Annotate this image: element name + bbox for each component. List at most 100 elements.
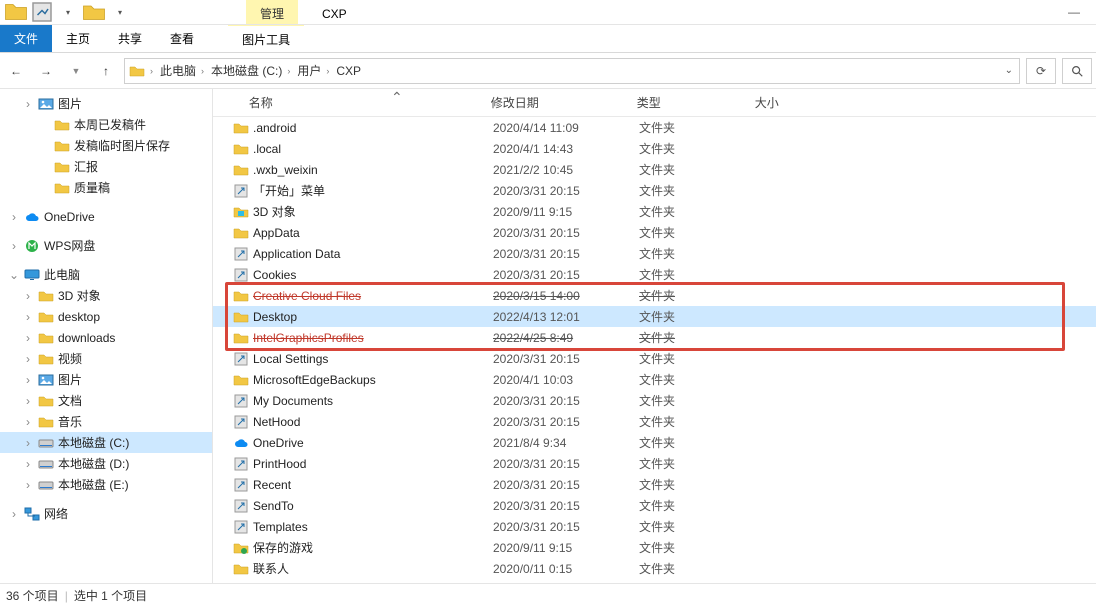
file-row[interactable]: AppData2020/3/31 20:15文件夹 <box>213 222 1096 243</box>
tree-item-label: 图片 <box>58 371 82 388</box>
link-icon <box>231 477 251 493</box>
nav-up-button[interactable]: ↑ <box>94 59 118 83</box>
nav-history-menu[interactable]: ▼ <box>64 59 88 83</box>
file-row[interactable]: IntelGraphicsProfiles2022/4/25 8:49文件夹 <box>213 327 1096 348</box>
tree-expander-icon[interactable]: › <box>22 289 34 303</box>
tab-view[interactable]: 查看 <box>156 25 208 52</box>
pic-icon <box>38 96 54 112</box>
crumb-0[interactable]: 此电脑› <box>158 62 209 79</box>
file-row[interactable]: NetHood2020/3/31 20:15文件夹 <box>213 411 1096 432</box>
tree-item[interactable]: ›音乐 <box>0 411 212 432</box>
file-row[interactable]: 联系人2020/0/11 0:15文件夹 <box>213 558 1096 579</box>
file-row[interactable]: Templates2020/3/31 20:15文件夹 <box>213 516 1096 537</box>
tree-item-label: 图片 <box>58 95 82 112</box>
file-row[interactable]: SendTo2020/3/31 20:15文件夹 <box>213 495 1096 516</box>
tree-item[interactable]: ›视频 <box>0 348 212 369</box>
tab-picture-tools[interactable]: 图片工具 <box>228 25 304 52</box>
column-header-date[interactable]: 修改日期 <box>485 94 631 111</box>
tree-item[interactable]: ›WPS网盘 <box>0 235 212 256</box>
column-header-name[interactable]: 名称 <box>243 94 485 111</box>
crumb-3[interactable]: CXP <box>334 64 363 78</box>
file-row[interactable]: .wxb_weixin2021/2/2 10:45文件夹 <box>213 159 1096 180</box>
tree-item[interactable]: 发稿临时图片保存 <box>0 135 212 156</box>
tree-item[interactable]: ›OneDrive <box>0 206 212 227</box>
tree-expander-icon[interactable]: › <box>22 478 34 492</box>
file-row[interactable]: Creative Cloud Files2020/3/15 14:00文件夹 <box>213 285 1096 306</box>
tree-item[interactable]: ⌄此电脑 <box>0 264 212 285</box>
file-row[interactable]: OneDrive2021/8/4 9:34文件夹 <box>213 432 1096 453</box>
file-row[interactable]: Recent2020/3/31 20:15文件夹 <box>213 474 1096 495</box>
refresh-button[interactable]: ⟳ <box>1026 58 1056 84</box>
crumb-2[interactable]: 用户› <box>295 62 334 79</box>
navigation-tree[interactable]: ›图片本周已发稿件发稿临时图片保存汇报质量稿›OneDrive›WPS网盘⌄此电… <box>0 89 213 583</box>
title-folder-icon[interactable] <box>4 1 28 23</box>
tree-expander-icon[interactable]: › <box>22 97 34 111</box>
tree-item-label: 本地磁盘 (C:) <box>58 434 129 451</box>
file-row[interactable]: My Documents2020/3/31 20:15文件夹 <box>213 390 1096 411</box>
file-row[interactable]: .local2020/4/1 14:43文件夹 <box>213 138 1096 159</box>
contextual-tab-manage[interactable]: 管理 <box>246 0 298 24</box>
tree-expander-icon[interactable]: › <box>22 310 34 324</box>
file-row[interactable]: Cookies2020/3/31 20:15文件夹 <box>213 264 1096 285</box>
tree-expander-icon[interactable]: › <box>22 415 34 429</box>
file-row[interactable]: .android2020/4/14 11:09文件夹 <box>213 117 1096 138</box>
file-name: Cookies <box>251 268 493 282</box>
cloud-icon <box>231 435 251 451</box>
tree-item[interactable]: 汇报 <box>0 156 212 177</box>
qat-properties-button[interactable] <box>30 1 54 23</box>
tree-item[interactable]: › 图片 <box>0 93 212 114</box>
column-header-type[interactable]: 类型 <box>631 94 749 111</box>
tree-item[interactable]: ›downloads <box>0 327 212 348</box>
file-date: 2020/3/31 20:15 <box>493 247 639 261</box>
file-type: 文件夹 <box>639 434 757 451</box>
cloud-icon <box>24 209 40 225</box>
tree-item[interactable]: ›desktop <box>0 306 212 327</box>
tab-home[interactable]: 主页 <box>52 25 104 52</box>
column-header-size[interactable]: 大小 <box>749 94 829 111</box>
nav-forward-button[interactable]: → <box>34 59 58 83</box>
tree-item[interactable]: ›网络 <box>0 503 212 524</box>
nav-back-button[interactable]: ← <box>4 59 28 83</box>
qat-properties-menu[interactable]: ▾ <box>56 1 80 23</box>
tree-expander-icon[interactable]: › <box>8 507 20 521</box>
tree-expander-icon[interactable]: › <box>22 436 34 450</box>
address-bar[interactable]: › 此电脑› 本地磁盘 (C:)› 用户› CXP ⌄ <box>124 58 1020 84</box>
search-button[interactable] <box>1062 58 1092 84</box>
file-name: 「开始」菜单 <box>251 182 493 199</box>
tree-expander-icon[interactable]: › <box>8 239 20 253</box>
address-dropdown-icon[interactable]: ⌄ <box>1005 65 1013 76</box>
tree-expander-icon[interactable]: › <box>22 373 34 387</box>
address-root-icon[interactable]: › <box>127 63 158 79</box>
tree-expander-icon[interactable]: › <box>22 331 34 345</box>
file-type: 文件夹 <box>639 308 757 325</box>
tree-item[interactable]: ›文档 <box>0 390 212 411</box>
tab-file[interactable]: 文件 <box>0 25 52 52</box>
navigation-bar: ← → ▼ ↑ › 此电脑› 本地磁盘 (C:)› 用户› CXP ⌄ ⟳ <box>0 53 1096 89</box>
tree-item[interactable]: › 图片 <box>0 369 212 390</box>
file-row[interactable]: PrintHood2020/3/31 20:15文件夹 <box>213 453 1096 474</box>
file-row[interactable]: Local Settings2020/3/31 20:15文件夹 <box>213 348 1096 369</box>
tree-item[interactable]: › 本地磁盘 (C:) <box>0 432 212 453</box>
tab-share[interactable]: 共享 <box>104 25 156 52</box>
tree-item[interactable]: ›本地磁盘 (D:) <box>0 453 212 474</box>
qat-open-folder-button[interactable] <box>82 1 106 23</box>
tree-item[interactable]: 本周已发稿件 <box>0 114 212 135</box>
crumb-1[interactable]: 本地磁盘 (C:)› <box>209 62 295 79</box>
minimize-button[interactable]: — <box>1052 0 1096 24</box>
tree-expander-icon[interactable]: ⌄ <box>8 268 20 282</box>
tree-item[interactable]: ›3D 对象 <box>0 285 212 306</box>
file-row[interactable]: 保存的游戏2020/9/11 9:15文件夹 <box>213 537 1096 558</box>
tree-expander-icon[interactable]: › <box>22 394 34 408</box>
qat-customize-menu[interactable]: ▾ <box>108 1 132 23</box>
tree-expander-icon[interactable]: › <box>22 457 34 471</box>
wps-icon <box>24 238 40 254</box>
tree-expander-icon[interactable]: › <box>8 210 20 224</box>
tree-item[interactable]: ›本地磁盘 (E:) <box>0 474 212 495</box>
tree-item[interactable]: 质量稿 <box>0 177 212 198</box>
tree-expander-icon[interactable]: › <box>22 352 34 366</box>
file-row[interactable]: 「开始」菜单2020/3/31 20:15文件夹 <box>213 180 1096 201</box>
file-row[interactable]: Desktop2022/4/13 12:01文件夹 <box>213 306 1096 327</box>
file-row[interactable]: MicrosoftEdgeBackups2020/4/1 10:03文件夹 <box>213 369 1096 390</box>
file-row[interactable]: Application Data2020/3/31 20:15文件夹 <box>213 243 1096 264</box>
file-row[interactable]: 3D 对象2020/9/11 9:15文件夹 <box>213 201 1096 222</box>
